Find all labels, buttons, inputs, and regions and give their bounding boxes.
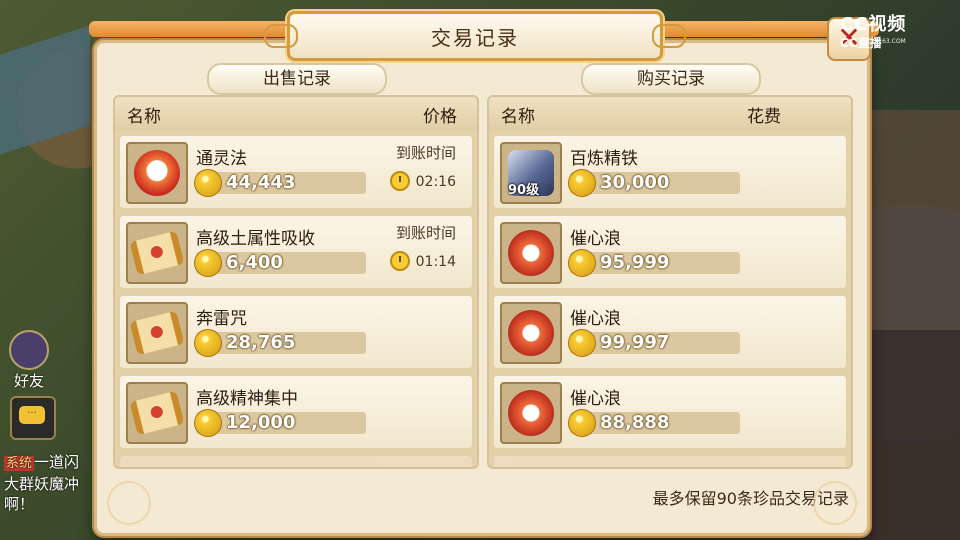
item-price: 12,000 bbox=[226, 412, 296, 433]
chat-line: 啊！ bbox=[4, 495, 35, 513]
item-icon-frame bbox=[126, 382, 188, 444]
chat-feed: 系统 一道闪 大群妖魔冲 啊！ bbox=[4, 452, 96, 514]
item-cost: 95,999 bbox=[600, 252, 670, 273]
arrival-timer: 02:16 bbox=[415, 174, 456, 190]
buy-record-row-partial[interactable] bbox=[493, 455, 847, 467]
sell-list-header: 名称 价格 bbox=[115, 97, 477, 131]
trade-record-dialog: 交易记录 ✕ 出售记录 名称 价格 通灵法 44,443 到账时间 02:16 … bbox=[89, 11, 879, 536]
item-name: 催心浪 bbox=[570, 389, 621, 409]
sell-record-row[interactable]: 奔雷咒 28,765 bbox=[119, 295, 473, 369]
coin-icon bbox=[568, 249, 596, 277]
item-cost: 30,000 bbox=[600, 172, 670, 193]
friends-icon bbox=[9, 330, 49, 370]
clock-icon bbox=[390, 171, 410, 191]
item-name: 百炼精铁 bbox=[570, 149, 638, 169]
coin-icon bbox=[568, 329, 596, 357]
friends-label: 好友 bbox=[13, 372, 44, 390]
cost-field: 88,888 bbox=[568, 409, 740, 437]
item-cost: 99,997 bbox=[600, 332, 670, 353]
buy-record-row[interactable]: 90级 百炼精铁 30,000 bbox=[493, 135, 847, 209]
item-icon-frame bbox=[500, 382, 562, 444]
dialog-title-bar: 交易记录 bbox=[264, 11, 686, 61]
scroll-icon bbox=[129, 390, 185, 436]
friends-button[interactable]: 好友 bbox=[6, 330, 52, 390]
building-wall-lower bbox=[860, 330, 960, 540]
sell-record-row[interactable]: 高级土属性吸收 6,400 到账时间 01:14 bbox=[119, 215, 473, 289]
item-icon-frame bbox=[500, 302, 562, 364]
coin-icon bbox=[194, 249, 222, 277]
cc-watermark: CC视频 CC直播 CC.163.COM bbox=[840, 10, 950, 50]
item-icon-frame bbox=[126, 222, 188, 284]
item-level: 90级 bbox=[508, 183, 540, 198]
item-name: 催心浪 bbox=[570, 309, 621, 329]
scroll-icon bbox=[129, 310, 185, 356]
buy-record-row[interactable]: 催心浪 88,888 bbox=[493, 375, 847, 449]
column-name: 名称 bbox=[127, 106, 161, 127]
corner-ornament-icon bbox=[107, 481, 151, 525]
cloud-ornament-icon bbox=[264, 24, 298, 48]
chat-line: 大群妖魔冲 bbox=[4, 475, 80, 493]
price-field: 6,400 bbox=[194, 249, 366, 277]
coin-icon bbox=[194, 409, 222, 437]
coin-icon bbox=[568, 409, 596, 437]
item-icon-frame bbox=[500, 222, 562, 284]
buy-record-row[interactable]: 催心浪 99,997 bbox=[493, 295, 847, 369]
dialog-title: 交易记录 bbox=[431, 25, 519, 50]
watermark-brand: CC视频 bbox=[840, 14, 907, 35]
wave-orb-icon bbox=[508, 310, 554, 356]
buy-list-header: 名称 花费 bbox=[489, 97, 851, 131]
coin-icon bbox=[194, 329, 222, 357]
item-icon-frame bbox=[126, 302, 188, 364]
buy-records-label: 购买记录 bbox=[581, 63, 761, 95]
price-field: 28,765 bbox=[194, 329, 366, 357]
arrival-time-label: 到账时间 bbox=[395, 224, 456, 242]
cost-field: 99,997 bbox=[568, 329, 740, 357]
cloud-ornament-icon bbox=[652, 24, 686, 48]
item-name: 高级土属性吸收 bbox=[196, 229, 315, 249]
clock-icon bbox=[390, 251, 410, 271]
item-name: 高级精神集中 bbox=[196, 389, 298, 409]
item-name: 通灵法 bbox=[196, 149, 247, 169]
sell-records-label: 出售记录 bbox=[207, 63, 387, 95]
scroll-icon bbox=[129, 230, 185, 276]
chat-bubble-icon: ··· bbox=[19, 406, 45, 424]
cost-field: 95,999 bbox=[568, 249, 740, 277]
corner-ornament-icon bbox=[813, 481, 857, 525]
item-price: 28,765 bbox=[226, 332, 296, 353]
column-price: 价格 bbox=[423, 106, 457, 127]
chat-button[interactable]: ··· bbox=[10, 396, 56, 440]
arrival-timer: 01:14 bbox=[415, 254, 456, 270]
item-name: 催心浪 bbox=[570, 229, 621, 249]
buy-record-row[interactable]: 催心浪 95,999 bbox=[493, 215, 847, 289]
cost-field: 30,000 bbox=[568, 169, 740, 197]
item-cost: 88,888 bbox=[600, 412, 670, 433]
item-icon-frame bbox=[126, 142, 188, 204]
column-cost: 花费 bbox=[747, 106, 781, 127]
coin-icon bbox=[568, 169, 596, 197]
column-name: 名称 bbox=[501, 106, 535, 127]
sell-record-row-partial[interactable] bbox=[119, 455, 473, 467]
item-price: 44,443 bbox=[226, 172, 296, 193]
watermark-url: CC.163.COM bbox=[868, 38, 906, 45]
item-name: 奔雷咒 bbox=[196, 309, 247, 329]
arrival-time-label: 到账时间 bbox=[395, 144, 456, 162]
coin-icon bbox=[194, 169, 222, 197]
price-field: 44,443 bbox=[194, 169, 366, 197]
chat-line: 一道闪 bbox=[34, 453, 80, 471]
system-tag: 系统 bbox=[4, 456, 35, 471]
sell-record-row[interactable]: 通灵法 44,443 到账时间 02:16 bbox=[119, 135, 473, 209]
price-field: 12,000 bbox=[194, 409, 366, 437]
building-wall bbox=[860, 110, 960, 330]
sell-record-row[interactable]: 高级精神集中 12,000 bbox=[119, 375, 473, 449]
buy-records-list[interactable]: 名称 花费 90级 百炼精铁 30,000 催心浪 95,999 催心浪 99,… bbox=[487, 95, 853, 469]
sell-records-list[interactable]: 名称 价格 通灵法 44,443 到账时间 02:16 高级土属性吸收 6,40… bbox=[113, 95, 479, 469]
wave-orb-icon bbox=[508, 230, 554, 276]
wave-orb-icon bbox=[508, 390, 554, 436]
building-roof bbox=[0, 25, 90, 155]
spirit-orb-icon bbox=[134, 150, 180, 196]
item-price: 6,400 bbox=[226, 252, 283, 273]
item-icon-frame: 90级 bbox=[500, 142, 562, 204]
